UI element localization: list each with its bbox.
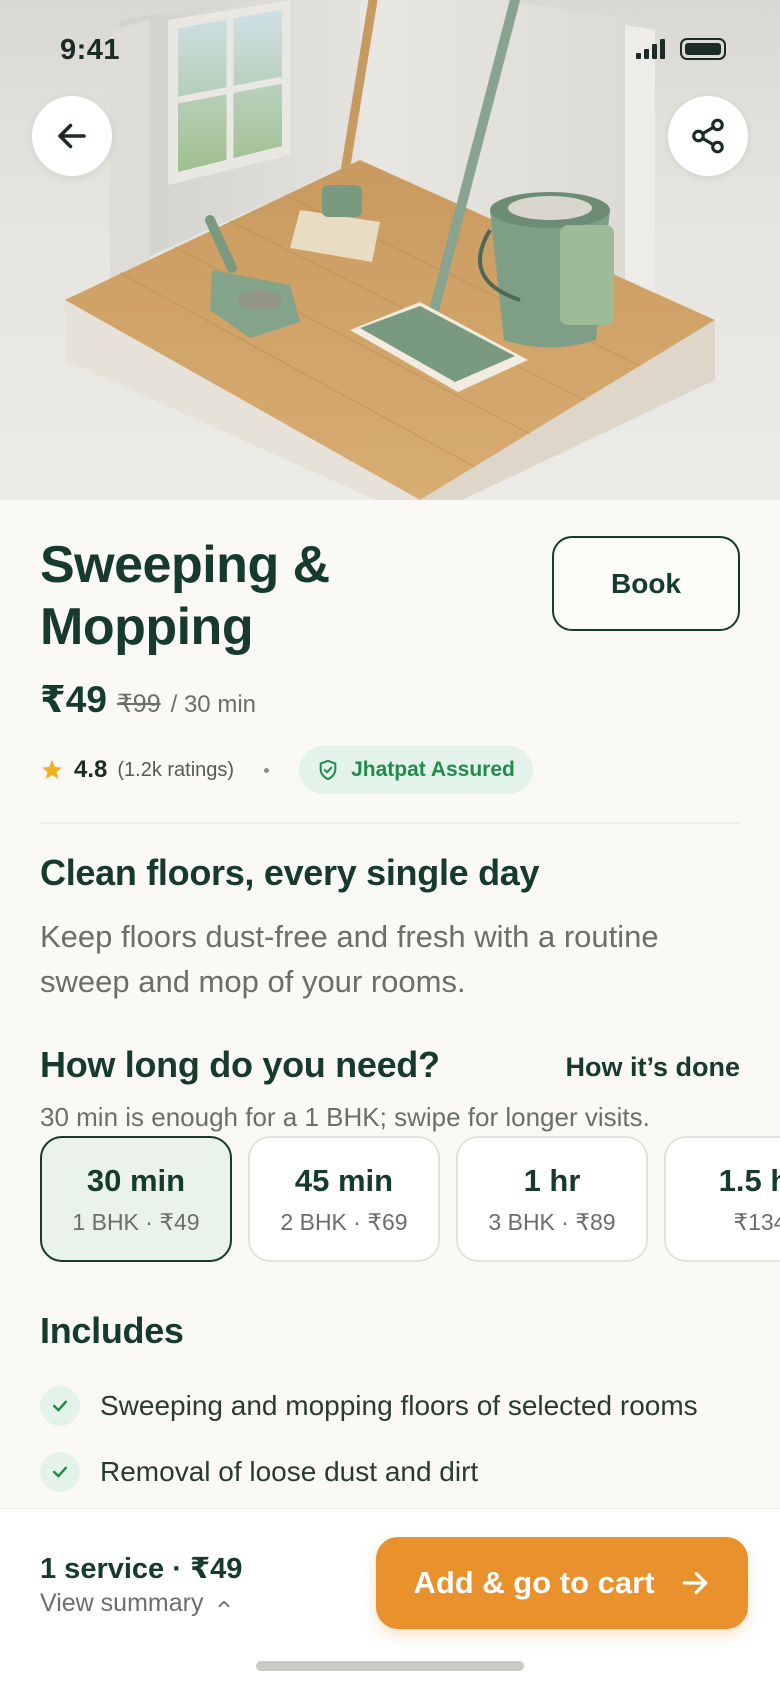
- rating-value: 4.8: [74, 756, 108, 783]
- book-button[interactable]: Book: [552, 536, 740, 631]
- include-text: Removal of loose dust and dirt: [100, 1456, 479, 1487]
- includes-heading: Includes: [40, 1310, 184, 1351]
- duration-option-1-hr[interactable]: 1 hr 3 BHK · ₹89: [456, 1136, 648, 1262]
- home-indicator: [256, 1661, 524, 1671]
- duration-option-sub: ₹134: [733, 1208, 780, 1235]
- chevron-up-icon: [219, 1600, 230, 1607]
- duration-hint: 30 min is enough for a 1 BHK; swipe for …: [40, 1102, 650, 1132]
- assured-badge: Jhatpat Assured: [299, 746, 533, 794]
- duration-option-sub: 1 BHK · ₹49: [72, 1208, 200, 1235]
- status-bar: 9:41: [0, 0, 780, 100]
- view-summary-label: View summary: [40, 1589, 204, 1617]
- include-text: Sweeping and mopping floors of selected …: [100, 1390, 698, 1421]
- signal-icon: [636, 39, 665, 59]
- duration-option-label: 1 hr: [523, 1162, 581, 1198]
- meta-row: 4.8 (1.2k ratings) Jhatpat Assured: [40, 746, 533, 794]
- price-row: ₹49 ₹99 / 30 min: [40, 678, 256, 721]
- share-icon: [692, 118, 724, 154]
- check-icon: [40, 1386, 80, 1426]
- view-summary-link[interactable]: View summary: [40, 1589, 233, 1618]
- service-title: Sweeping & Mopping: [40, 536, 330, 656]
- rating-count: (1.2k ratings): [117, 758, 235, 781]
- star-icon: [42, 760, 62, 779]
- price: ₹49: [40, 679, 107, 720]
- check-icon: [40, 1452, 80, 1492]
- include-item: Removal of loose dust and dirt: [40, 1452, 478, 1492]
- duration-option-1-5-hr[interactable]: 1.5 hr ₹134: [664, 1136, 780, 1262]
- duration-options: 30 min 1 BHK · ₹49 45 min 2 BHK · ₹69 1 …: [40, 1136, 780, 1266]
- arrow-left-icon: [58, 123, 86, 149]
- shield-check-icon: [319, 759, 337, 781]
- duration-option-label: 45 min: [294, 1162, 394, 1198]
- include-item: Sweeping and mopping floors of selected …: [40, 1386, 698, 1426]
- add-to-cart-button[interactable]: Add & go to cart: [376, 1537, 748, 1629]
- about-heading: Clean floors, every single day: [40, 852, 540, 893]
- duration-option-label: 1.5 hr: [718, 1162, 780, 1198]
- status-time: 9:41: [60, 34, 121, 66]
- price-unit: / 30 min: [170, 691, 256, 718]
- separator-dot: [264, 767, 270, 773]
- original-price: ₹99: [116, 690, 161, 718]
- battery-icon: [680, 38, 726, 60]
- duration-heading: How long do you need?: [40, 1044, 440, 1085]
- about-description: Keep floors dust-free and fresh with a r…: [40, 919, 659, 999]
- duration-option-30-min[interactable]: 30 min 1 BHK · ₹49: [40, 1136, 232, 1262]
- cart-summary: 1 service · ₹49: [40, 1553, 243, 1585]
- share-button[interactable]: [668, 96, 748, 176]
- duration-option-45-min[interactable]: 45 min 2 BHK · ₹69: [248, 1136, 440, 1262]
- arrow-right-icon: [682, 1572, 707, 1594]
- assured-label: Jhatpat Assured: [351, 758, 515, 781]
- duration-option-sub: 3 BHK · ₹89: [488, 1208, 616, 1235]
- how-its-done-link[interactable]: How it’s done: [566, 1052, 741, 1083]
- status-icons: [636, 38, 728, 60]
- divider: [40, 822, 740, 824]
- bottom-bar: 1 service · ₹49 View summary Add & go to…: [0, 1508, 780, 1688]
- back-button[interactable]: [32, 96, 112, 176]
- duration-option-label: 30 min: [86, 1162, 186, 1198]
- hero-image: 9:41: [0, 0, 780, 500]
- add-to-cart-label: Add & go to cart: [413, 1565, 655, 1600]
- duration-option-sub: 2 BHK · ₹69: [280, 1208, 408, 1235]
